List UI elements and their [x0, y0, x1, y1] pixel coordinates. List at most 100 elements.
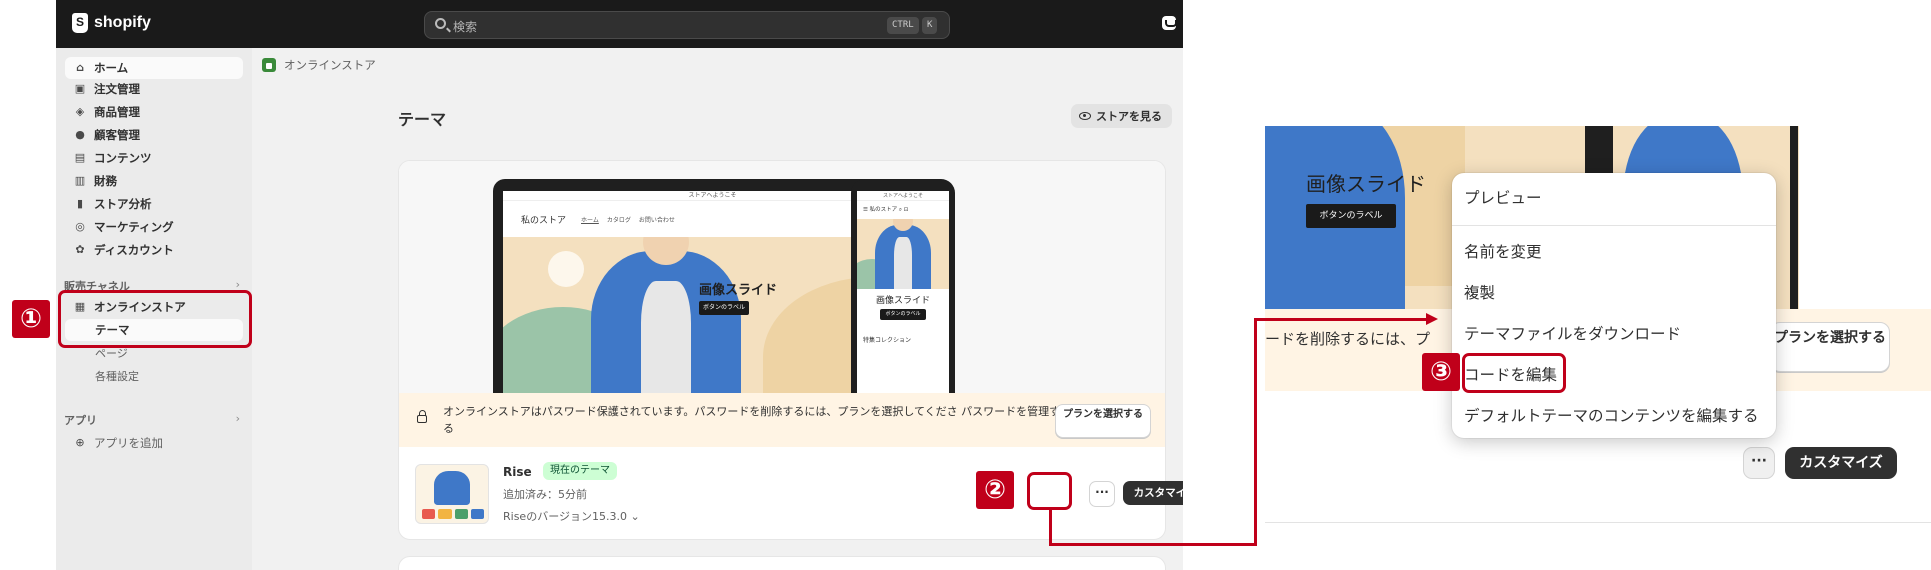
theme-version[interactable]: Riseのバージョン15.3.0 ⌄ — [503, 508, 640, 524]
sidebar-item-analytics[interactable]: ▮ ストア分析 — [65, 193, 243, 215]
top-bar: shopify 検索 CTRL K — [56, 0, 1183, 48]
thumb-shirt — [434, 471, 470, 505]
arrow-head-icon — [1426, 313, 1438, 325]
eye-icon — [1079, 112, 1091, 120]
sidebar-item-label: ストア分析 — [94, 197, 152, 211]
nav-link-contact: お問い合わせ — [638, 217, 675, 224]
sidebar-item-label: マーケティング — [94, 220, 174, 234]
sidebar-item-label: 財務 — [94, 174, 117, 188]
theme-library-card — [398, 556, 1166, 570]
shopify-logo[interactable]: shopify — [72, 13, 151, 33]
zoom-slide-button: ボタンのラベル — [1306, 204, 1396, 228]
sidebar-item-orders[interactable]: ▣ 注文管理 — [65, 78, 243, 100]
sidebar-item-customers[interactable]: ● 顧客管理 — [65, 124, 243, 146]
discount-icon: ✿ — [75, 243, 85, 256]
sidebar-item-home[interactable]: ⌂ ホーム — [65, 57, 243, 79]
shopify-bag-icon — [72, 13, 88, 33]
sidebar-item-content[interactable]: ▤ コンテンツ — [65, 147, 243, 169]
step-1-badge: ① — [12, 300, 50, 338]
store-nav-links: ホーム カタログ お問い合わせ — [581, 215, 675, 224]
menu-item-download-theme[interactable]: テーマファイルをダウンロード — [1464, 322, 1681, 344]
theme-thumbnail[interactable] — [415, 464, 489, 524]
menu-item-duplicate[interactable]: 複製 — [1464, 281, 1495, 303]
sidebar-item-preferences[interactable]: 各種設定 — [95, 368, 139, 384]
zoom-select-plan-button[interactable]: プランを選択する — [1770, 322, 1890, 372]
sidebar-item-label: ディスカウント — [94, 243, 174, 257]
theme-version-label: Riseのバージョン15.3.0 — [503, 510, 627, 523]
thumb-products — [422, 509, 484, 519]
theme-actions-menu: プレビュー 名前を変更 複製 テーマファイルをダウンロード コードを編集 デフォ… — [1452, 173, 1776, 438]
phone-bezel — [1790, 126, 1798, 309]
logo-text: shopify — [94, 14, 151, 31]
mobile-hero — [857, 219, 949, 289]
bank-icon: ▥ — [74, 174, 86, 187]
theme-added-time: 追加済み：5分前 — [503, 488, 587, 501]
nav-link-catalog: カタログ — [606, 217, 631, 224]
more-actions-button[interactable]: ··· — [1089, 481, 1115, 507]
chevron-down-icon: ⌄ — [630, 510, 640, 523]
sidebar-item-label: 顧客管理 — [94, 128, 140, 142]
sidebar-item-products[interactable]: ◈ 商品管理 — [65, 101, 243, 123]
announcement-bar: ストアへようこそ — [857, 191, 949, 201]
slide-button: ボタンのラベル — [699, 301, 749, 315]
zoom-more-actions-button[interactable]: ··· — [1743, 447, 1775, 479]
chart-icon: ▮ — [76, 197, 84, 210]
view-store-label: ストアを見る — [1096, 110, 1162, 123]
theme-name: Rise — [503, 465, 532, 479]
image-icon: ▤ — [74, 151, 86, 164]
password-banner-text: オンラインストアはパスワード保護されています。パスワードを削除するには、プランを… — [443, 405, 1061, 435]
mobile-preview: ストアへようこそ ☰ 私のストア ⌕ ⊡ 画像スライド ボタンのラベル 特集コレ… — [851, 179, 955, 393]
featured-collection-label: 特集コレクション — [863, 337, 912, 344]
mobile-screen: ストアへようこそ ☰ 私のストア ⌕ ⊡ 画像スライド ボタンのラベル 特集コレ… — [857, 191, 949, 393]
password-banner: オンラインストアはパスワード保護されています。パスワードを削除するには、プランを… — [399, 393, 1165, 447]
chevron-right-icon: › — [235, 412, 240, 425]
lock-icon — [417, 410, 427, 423]
person-icon: ● — [75, 128, 85, 141]
sidebar-item-finance[interactable]: ▥ 財務 — [65, 170, 243, 192]
undershirt-illustration — [894, 237, 912, 289]
apps-heading[interactable]: アプリ › — [64, 412, 244, 428]
inbox-icon: ▣ — [74, 82, 86, 95]
step-3-highlight — [1462, 353, 1566, 393]
connector-line — [1254, 318, 1426, 321]
breadcrumb[interactable]: オンラインストア — [262, 57, 376, 73]
search-input[interactable]: 検索 CTRL K — [424, 11, 950, 39]
step-3-badge: ③ — [1422, 353, 1460, 391]
mobile-header: ☰ 私のストア ⌕ ⊡ — [863, 207, 909, 213]
undershirt-illustration — [641, 281, 691, 393]
step-2-highlight — [1027, 472, 1072, 510]
menu-item-preview[interactable]: プレビュー — [1464, 186, 1542, 208]
connector-line — [1254, 318, 1257, 546]
menu-item-rename[interactable]: 名前を変更 — [1464, 240, 1542, 262]
theme-preview[interactable]: ストアへようこそ 私のストア ホーム カタログ お問い合わせ ⌕ ⚇ ⊡ — [399, 161, 1165, 393]
online-store-icon — [262, 58, 276, 72]
search-placeholder: 検索 — [453, 20, 478, 34]
sidebar-item-discounts[interactable]: ✿ ディスカウント — [65, 239, 243, 261]
search-icon — [435, 18, 446, 29]
status-badge: 現在のテーマ — [543, 462, 617, 480]
connector-line — [1049, 543, 1257, 546]
zoom-customize-button[interactable]: カスタマイズ — [1785, 447, 1897, 479]
tag-icon: ◈ — [75, 105, 85, 118]
menu-item-edit-default-content[interactable]: デフォルトテーマのコンテンツを編集する — [1464, 404, 1759, 426]
slide-heading: 画像スライド — [699, 283, 778, 298]
thumb-swatch — [422, 509, 436, 519]
sidebar-item-marketing[interactable]: ◎ マーケティング — [65, 216, 243, 238]
shortcut-k: K — [922, 17, 938, 34]
sidebar-item-label: 注文管理 — [94, 82, 140, 96]
store-avatar-icon[interactable] — [1162, 16, 1177, 30]
thumb-swatch — [438, 509, 452, 519]
target-icon: ◎ — [75, 220, 85, 233]
breadcrumb-label: オンラインストア — [284, 58, 376, 72]
page-title: テーマ — [398, 110, 447, 129]
select-plan-button[interactable]: プランを選択する — [1055, 404, 1151, 438]
customize-button[interactable]: カスタマイズ — [1123, 481, 1183, 505]
nav-link-home: ホーム — [581, 217, 599, 224]
sun-illustration — [548, 251, 584, 287]
sidebar-item-label: コンテンツ — [94, 151, 152, 165]
home-icon: ⌂ — [76, 61, 84, 74]
sidebar-item-add-app[interactable]: ⊕ アプリを追加 — [65, 432, 243, 454]
thumb-swatch — [454, 509, 468, 519]
mobile-slide-button: ボタンのラベル — [880, 309, 926, 320]
view-store-button[interactable]: ストアを見る — [1071, 104, 1172, 128]
